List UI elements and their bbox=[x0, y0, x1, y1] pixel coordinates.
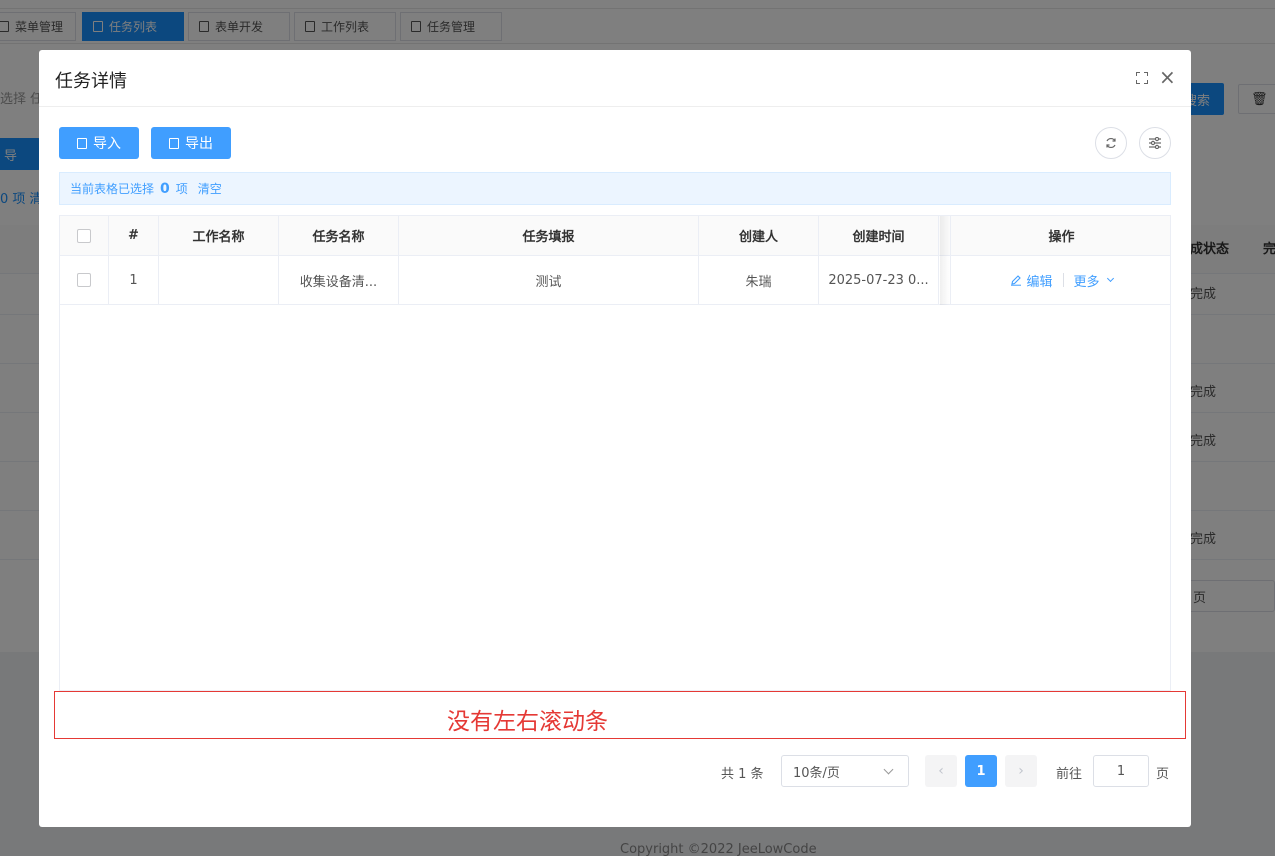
modal-header: 任务详情 × bbox=[39, 50, 1191, 107]
table-row: 1 收集设备清... 测试 朱瑞 2025-07-23 0... 编辑 更多 bbox=[60, 256, 1170, 305]
cell-task-name: 收集设备清... bbox=[279, 256, 399, 304]
chevron-left-icon: ‹ bbox=[938, 763, 944, 779]
row-select-cell bbox=[60, 256, 109, 304]
task-detail-modal: 任务详情 × 导入 导出 当前表格已选择 0 项 清空 # 工作名称 任务名称 … bbox=[39, 50, 1191, 827]
fullscreen-icon[interactable] bbox=[1136, 72, 1148, 84]
chevron-right-icon: › bbox=[1018, 763, 1024, 779]
refresh-button[interactable] bbox=[1095, 127, 1127, 159]
select-all-checkbox[interactable] bbox=[77, 228, 91, 243]
header-creator: 创建人 bbox=[699, 216, 819, 255]
column-settings-button[interactable] bbox=[1139, 127, 1171, 159]
annotation-text: 没有左右滚动条 bbox=[447, 709, 608, 735]
export-icon bbox=[169, 137, 179, 149]
header-actions: 操作 bbox=[950, 216, 1172, 255]
header-work-name: 工作名称 bbox=[159, 216, 279, 255]
goto-label: 前往 bbox=[1056, 767, 1083, 782]
task-table: # 工作名称 任务名称 任务填报 创建人 创建时间 操作 1 收集设备清... … bbox=[59, 215, 1171, 691]
pencil-icon bbox=[1011, 275, 1022, 286]
selection-alert: 当前表格已选择 0 项 清空 bbox=[59, 172, 1171, 205]
page-size-select[interactable]: 10条/页 bbox=[781, 755, 909, 787]
header-created-at: 创建时间 bbox=[819, 216, 939, 255]
select-all-cell bbox=[60, 216, 109, 255]
action-divider bbox=[1062, 273, 1064, 287]
cell-creator: 朱瑞 bbox=[699, 256, 819, 304]
edit-link[interactable]: 编辑 bbox=[1010, 271, 1053, 290]
selection-count: 0 bbox=[160, 180, 170, 197]
row-checkbox[interactable] bbox=[77, 273, 91, 287]
more-dropdown[interactable]: 更多 bbox=[1074, 271, 1114, 290]
chevron-down-icon bbox=[1106, 274, 1114, 283]
import-icon bbox=[77, 137, 87, 149]
cell-actions: 编辑 更多 bbox=[950, 256, 1172, 304]
table-header: # 工作名称 任务名称 任务填报 创建人 创建时间 操作 bbox=[60, 216, 1170, 256]
pagination-total: 共 1 条 bbox=[721, 767, 764, 782]
header-task-name: 任务名称 bbox=[279, 216, 399, 255]
export-button[interactable]: 导出 bbox=[151, 127, 231, 159]
close-icon[interactable]: × bbox=[1159, 67, 1176, 87]
annotation-box: 没有左右滚动条 bbox=[54, 691, 1186, 739]
goto-page-input[interactable]: 1 bbox=[1093, 755, 1149, 787]
header-index: # bbox=[109, 216, 159, 255]
cell-work-name bbox=[159, 256, 279, 304]
fixed-column-shadow bbox=[940, 216, 950, 305]
next-page-button[interactable]: › bbox=[1005, 755, 1037, 787]
import-button[interactable]: 导入 bbox=[59, 127, 139, 159]
modal-title: 任务详情 bbox=[55, 71, 127, 92]
cell-created-at: 2025-07-23 0... bbox=[819, 256, 939, 304]
current-page[interactable]: 1 bbox=[965, 755, 997, 787]
cell-task-fill: 测试 bbox=[399, 256, 699, 304]
chevron-down-icon bbox=[883, 764, 894, 775]
page-suffix: 页 bbox=[1156, 767, 1170, 782]
clear-selection-link[interactable]: 清空 bbox=[198, 180, 222, 197]
cell-index: 1 bbox=[109, 256, 159, 304]
prev-page-button[interactable]: ‹ bbox=[925, 755, 957, 787]
header-task-fill: 任务填报 bbox=[399, 216, 699, 255]
refresh-icon bbox=[1106, 137, 1116, 149]
sliders-icon bbox=[1149, 137, 1161, 149]
